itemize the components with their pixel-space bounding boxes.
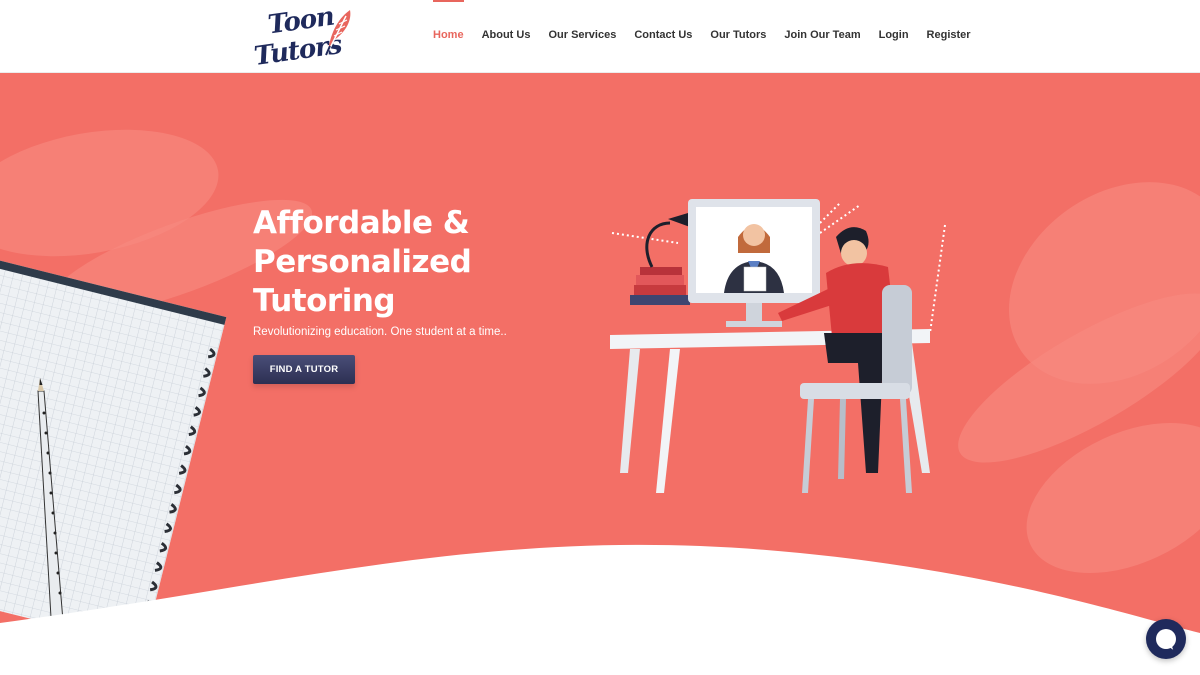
main-nav: Home About Us Our Services Contact Us Ou… bbox=[424, 0, 980, 72]
hero-title-line: Affordable & bbox=[253, 205, 470, 241]
logo[interactable]: Toon Tutors bbox=[252, 2, 356, 72]
hero-section: Affordable & Personalized Tutoring Revol… bbox=[0, 73, 1200, 675]
nav-our-services[interactable]: Our Services bbox=[548, 0, 616, 72]
hero-title: Affordable & Personalized Tutoring bbox=[253, 204, 583, 321]
chat-button[interactable] bbox=[1146, 619, 1186, 659]
nav-home[interactable]: Home bbox=[433, 0, 464, 72]
online-tutoring-illustration bbox=[610, 199, 946, 493]
nav-contact-us[interactable]: Contact Us bbox=[634, 0, 692, 72]
find-a-tutor-button[interactable]: FIND A TUTOR bbox=[253, 355, 355, 384]
hero-title-line: Tutoring bbox=[253, 283, 396, 319]
nav-our-tutors[interactable]: Our Tutors bbox=[710, 0, 766, 72]
hero-bottom-wave bbox=[0, 544, 1200, 675]
nav-login[interactable]: Login bbox=[879, 0, 909, 72]
hero-title-line: Personalized bbox=[253, 244, 472, 280]
feather-quill-icon bbox=[325, 10, 351, 56]
nav-about-us[interactable]: About Us bbox=[482, 0, 531, 72]
nav-join-our-team[interactable]: Join Our Team bbox=[784, 0, 860, 72]
nav-register[interactable]: Register bbox=[927, 0, 971, 72]
chat-bubble-icon bbox=[1156, 629, 1176, 649]
hero-subtitle: Revolutionizing education. One student a… bbox=[253, 326, 507, 338]
site-header: Toon Tutors Home About Us Our Services C… bbox=[0, 0, 1200, 73]
